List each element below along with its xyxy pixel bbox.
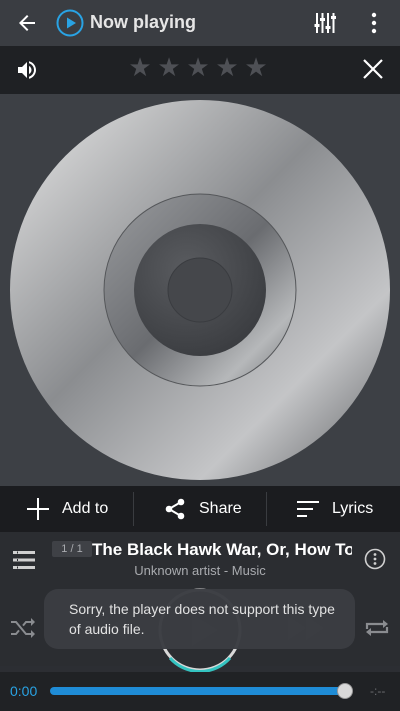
- equalizer-icon[interactable]: [314, 12, 336, 34]
- play-circle-logo-icon: [56, 9, 84, 37]
- rating-stars[interactable]: ★ ★ ★ ★ ★: [128, 54, 268, 84]
- share-button[interactable]: Share: [163, 486, 242, 532]
- star-icon[interactable]: ★: [186, 54, 210, 80]
- divider: [266, 492, 267, 526]
- add-to-label: Add to: [62, 500, 109, 517]
- lyrics-label: Lyrics: [332, 500, 374, 517]
- track-counter: 1 / 1: [52, 541, 92, 557]
- star-icon[interactable]: ★: [128, 54, 152, 80]
- star-icon[interactable]: ★: [157, 54, 181, 80]
- divider: [133, 492, 134, 526]
- disc-image: [10, 100, 390, 480]
- rating-bar: ★ ★ ★ ★ ★: [0, 46, 400, 94]
- star-icon[interactable]: ★: [215, 54, 239, 80]
- repeat-icon[interactable]: [363, 618, 391, 638]
- shuffle-icon[interactable]: [10, 618, 36, 638]
- seek-thumb[interactable]: [337, 683, 353, 699]
- close-icon[interactable]: [362, 58, 384, 80]
- remaining-time: -:--: [370, 684, 386, 698]
- volume-icon[interactable]: [14, 58, 40, 82]
- arrow-left-icon[interactable]: [14, 11, 40, 35]
- track-info: 1 / 1 The Black Hawk War, Or, How To Unk…: [0, 532, 400, 590]
- page-title: Now playing: [90, 12, 197, 32]
- app-bar: Now playing: [0, 0, 400, 46]
- share-icon: [165, 498, 185, 520]
- track-subtitle: Unknown artist - Music: [134, 563, 266, 578]
- lyrics-button[interactable]: Lyrics: [296, 486, 373, 532]
- progress-bar: 0:00 -:--: [0, 672, 400, 711]
- seek-bar[interactable]: [50, 687, 346, 695]
- track-options-icon[interactable]: [364, 548, 386, 570]
- track-title: The Black Hawk War, Or, How To: [92, 540, 352, 559]
- more-vertical-icon[interactable]: [366, 11, 382, 35]
- plus-icon: [27, 498, 49, 520]
- action-bar: Add to Share Lyrics: [0, 486, 400, 532]
- album-art: [0, 94, 400, 486]
- star-icon[interactable]: ★: [244, 54, 268, 80]
- current-time: 0:00: [10, 683, 38, 699]
- lyrics-icon: [297, 501, 319, 517]
- share-label: Share: [199, 500, 242, 517]
- add-to-button[interactable]: Add to: [26, 486, 108, 532]
- toast-text: Sorry, the player does not support this …: [69, 601, 335, 637]
- toast-message: Sorry, the player does not support this …: [44, 589, 355, 649]
